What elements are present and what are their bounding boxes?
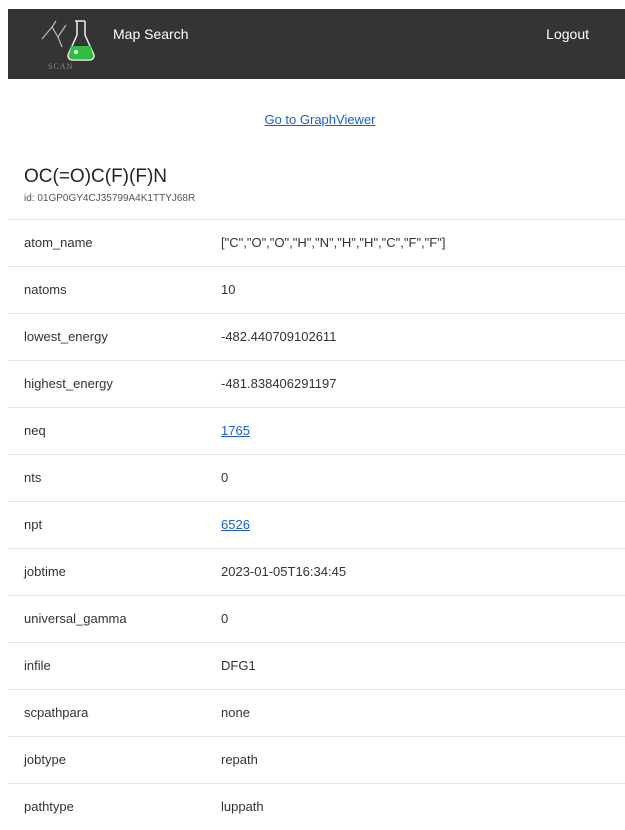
property-key: universal_gamma [24,611,127,626]
property-value: luppath [221,799,264,814]
logout-link[interactable]: Logout [546,26,589,42]
property-value: none [221,705,250,720]
property-value: DFG1 [221,658,256,673]
table-row: atom_name ["C","O","O","H","N","H","H","C… [8,219,625,266]
table-row: lowest_energy -482.440709102611 [8,313,625,360]
table-row: scpathpara none [8,689,625,736]
property-value-link[interactable]: 1765 [221,408,250,454]
property-value: ["C","O","O","H","N","H","H","C","F","F"… [221,235,446,250]
flask-icon [67,20,95,61]
property-value: repath [221,752,258,767]
graphviewer-link[interactable]: Go to GraphViewer [0,112,625,127]
property-value: -482.440709102611 [221,329,337,344]
property-value: 0 [221,611,229,626]
property-key: jobtype [24,752,66,767]
brand-title[interactable]: Map Search [113,26,188,42]
table-row: natoms 10 [8,266,625,313]
table-row: highest_energy -481.838406291197 [8,360,625,407]
property-key: npt [24,517,43,532]
property-key: infile [24,658,51,673]
properties-table: atom_name ["C","O","O","H","N","H","H","C… [8,219,625,830]
scan-logo[interactable]: SCAN [38,15,108,71]
property-key: highest_energy [24,376,113,391]
table-row: nts 0 [8,454,625,501]
record-title: OC(=O)C(F)(F)N [24,166,167,187]
table-row: universal_gamma 0 [8,595,625,642]
table-row: npt 6526 [8,501,625,548]
molecule-icon [41,20,67,48]
property-key: neq [24,423,46,438]
property-value: 10 [221,282,236,297]
logo-text: SCAN [48,62,73,71]
record-id: id: 01GP0GY4CJ35799A4K1TTYJ68R [24,193,196,204]
property-key: jobtime [24,564,66,579]
property-key: scpathpara [24,705,89,720]
property-value: -481.838406291197 [221,376,337,391]
property-value-link[interactable]: 6526 [221,502,250,548]
property-key: natoms [24,282,67,297]
table-row: jobtime 2023-01-05T16:34:45 [8,548,625,595]
property-key: pathtype [24,799,74,814]
table-row: infile DFG1 [8,642,625,689]
table-row: pathtype luppath [8,783,625,830]
property-key: lowest_energy [24,329,108,344]
property-value: 0 [221,470,229,485]
property-key: nts [24,470,42,485]
navbar: SCAN Map Search Logout [8,9,625,79]
property-value: 2023-01-05T16:34:45 [221,564,347,579]
table-row: neq 1765 [8,407,625,454]
property-key: atom_name [24,235,93,250]
table-row: jobtype repath [8,736,625,783]
